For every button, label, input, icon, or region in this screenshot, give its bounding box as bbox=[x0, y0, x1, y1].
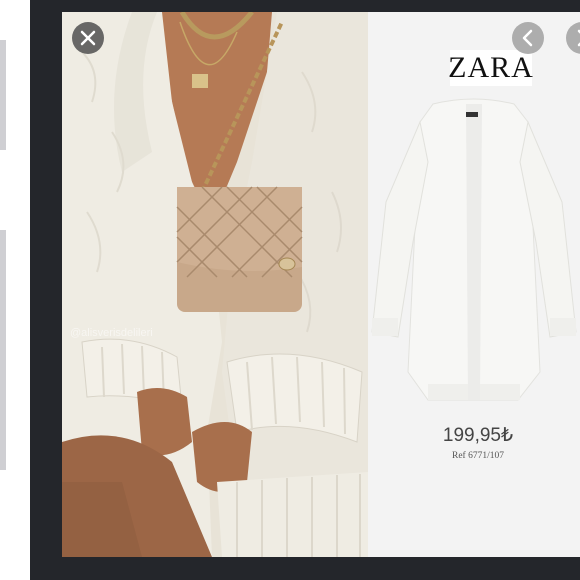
left-page-strip bbox=[0, 0, 30, 580]
close-icon bbox=[80, 30, 96, 46]
close-button[interactable] bbox=[72, 22, 104, 54]
outfit-photo: @alisverisdelileri bbox=[62, 12, 368, 557]
product-panel: ZARA 199,95₺ Ref 6771/107 bbox=[368, 12, 580, 557]
product-price: 199,95₺ bbox=[442, 425, 514, 446]
chevron-left-icon bbox=[522, 29, 533, 47]
scrollbar-track-segment bbox=[0, 230, 6, 470]
photo-watermark: @alisverisdelileri bbox=[70, 327, 153, 339]
previous-image-button[interactable] bbox=[512, 22, 544, 54]
next-image-button[interactable] bbox=[566, 22, 580, 54]
product-reference: Ref 6771/107 bbox=[452, 451, 504, 461]
chevron-right-icon bbox=[577, 29, 580, 47]
outfit-illustration bbox=[62, 12, 368, 557]
image-viewer: @alisverisdelileri ZARA 199,95₺ Ref 6771… bbox=[62, 12, 580, 557]
cardigan-product-image bbox=[371, 98, 577, 401]
scrollbar-track-segment bbox=[0, 40, 6, 150]
